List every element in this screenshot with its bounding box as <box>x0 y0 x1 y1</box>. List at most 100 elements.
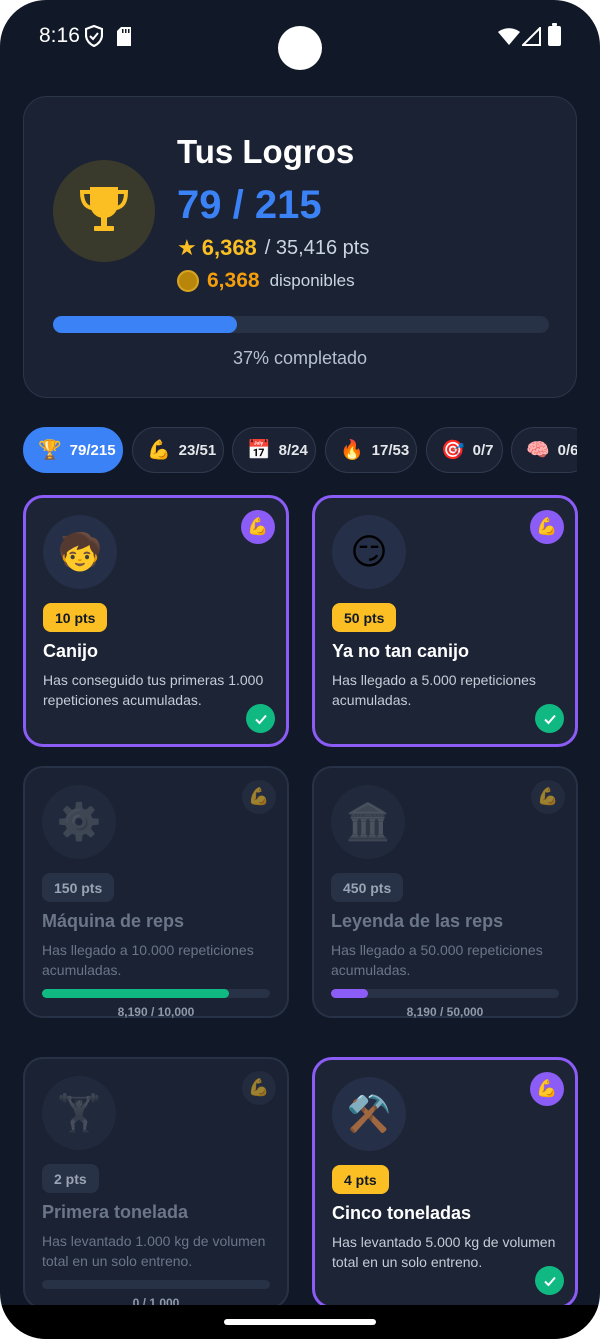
coins-row: 6,368 disponibles <box>177 269 355 293</box>
achievement-icon: 😏 <box>332 515 406 589</box>
app-screen: 8:16 Tus Logros 79 / 215 ★ 6,368 / 35,41… <box>0 0 600 1339</box>
coins-label: disponibles <box>269 271 355 290</box>
achievement-progress-label: 8,190 / 10,000 <box>117 1005 195 1019</box>
filter-chip[interactable]: 🧠 0/6 <box>511 427 577 473</box>
points-badge: 150 pts <box>42 873 115 902</box>
category-emoji: 💪 <box>248 1078 270 1097</box>
coins-value: 6,368 <box>207 269 260 292</box>
filter-chip-label: 23/51 <box>178 441 217 459</box>
overall-progress-label: 37% completado <box>232 348 368 368</box>
points-badge: 450 pts <box>331 873 404 902</box>
category-badge-icon: 💪 <box>530 1072 564 1106</box>
achievement-progress-label: 8,190 / 50,000 <box>406 1005 484 1019</box>
achievement-description: Has levantado 1.000 kg de volumen total … <box>42 1233 266 1269</box>
page-title: Tus Logros <box>177 133 355 170</box>
filter-chip[interactable]: 📅 8/24 <box>232 427 316 473</box>
achievement-emoji: 🧒 <box>57 531 103 572</box>
shield-icon <box>85 25 103 47</box>
achievement-progress-bar <box>331 989 559 998</box>
filter-chip-icon: 🧠 <box>526 440 550 461</box>
category-badge-icon: 💪 <box>530 510 564 544</box>
achievement-title: Primera tonelada <box>42 1202 189 1222</box>
filter-chip-icon: 📅 <box>247 440 271 461</box>
signal-icon <box>522 27 541 46</box>
points-badge: 4 pts <box>332 1165 389 1194</box>
filter-chip-icon: 💪 <box>147 440 171 461</box>
achievement-progress-bar <box>42 989 270 998</box>
achievement-progress-bar <box>42 1280 270 1289</box>
status-bar: 8:16 <box>0 0 600 74</box>
achievement-description: Has llegado a 50.000 repeticiones acumul… <box>331 942 543 978</box>
checkmark-icon <box>535 704 564 733</box>
achievement-description: Has llegado a 5.000 repeticiones acumula… <box>332 672 536 708</box>
filter-chip[interactable]: 💪 23/51 <box>132 427 224 473</box>
achievement-progress-fill <box>42 989 229 998</box>
checkmark-icon <box>246 704 275 733</box>
filter-chip-label: 0/7 <box>472 441 494 459</box>
battery-icon <box>548 23 561 46</box>
points-badge: 10 pts <box>43 603 108 632</box>
category-badge-icon: 💪 <box>241 510 275 544</box>
achievement-card[interactable]: 🏛️ 💪 450 pts Leyenda de las reps Has llegado… <box>312 766 578 1019</box>
category-badge-icon: 💪 <box>531 780 565 814</box>
achievement-description: Has llegado a 10.000 repeticiones acumul… <box>42 942 254 978</box>
achievement-title: Leyenda de las reps <box>331 911 504 931</box>
achievements-summary-card: Tus Logros 79 / 215 ★ 6,368 / 35,416 pts… <box>23 96 577 398</box>
achievement-icon: 🏋️ <box>42 1076 116 1150</box>
achievement-title: Cinco toneladas <box>332 1203 472 1223</box>
achievement-emoji: ⚙️ <box>56 801 102 842</box>
achievement-icon: 🏛️ <box>331 785 405 859</box>
coin-icon <box>177 270 199 292</box>
navigation-bar <box>0 1305 600 1339</box>
filter-chip-icon: 🎯 <box>441 440 465 461</box>
trophy-icon <box>53 160 155 262</box>
star-icon: ★ <box>177 235 197 260</box>
filter-chip[interactable]: 🎯 0/7 <box>426 427 503 473</box>
achievement-progress-fill <box>331 989 369 998</box>
points-earned: 6,368 <box>201 235 257 260</box>
category-emoji: 💪 <box>536 1079 558 1098</box>
achievement-icon: 🧒 <box>43 515 117 589</box>
filter-chip-label: 17/53 <box>371 441 410 459</box>
category-emoji: 💪 <box>247 517 269 536</box>
checkmark-icon <box>535 1266 564 1295</box>
camera-cutout <box>278 26 322 70</box>
category-badge-icon: 💪 <box>242 1071 276 1105</box>
category-emoji: 💪 <box>537 787 559 806</box>
category-filter-bar: 🏆 79/215 💪 23/51 📅 8/24 🔥 17/53 🎯 0/7 🧠 0/6 <box>23 427 577 473</box>
achievement-emoji: 😏 <box>350 531 388 572</box>
achievement-card[interactable]: ⚙️ 💪 150 pts Máquina de reps Has llegado a 1… <box>23 766 289 1019</box>
filter-chip-icon: 🏆 <box>38 440 62 461</box>
category-emoji: 💪 <box>536 517 558 536</box>
filter-chip[interactable]: 🏆 79/215 <box>23 427 123 473</box>
category-badge-icon: 💪 <box>242 780 276 814</box>
achievement-title: Ya no tan canijo <box>332 641 470 661</box>
wifi-icon <box>498 28 520 45</box>
achievement-title: Máquina de reps <box>42 911 185 931</box>
achievement-card[interactable]: 🏋️ 💪 2 pts Primera tonelada Has levantado 1.… <box>23 1057 289 1310</box>
points-badge: 2 pts <box>42 1164 99 1193</box>
achievement-icon: ⚒️ <box>332 1077 406 1151</box>
achievement-title: Canijo <box>43 641 99 661</box>
achievement-card[interactable]: ⚒️ 💪 4 pts Cinco toneladas Has levantado 5.0… <box>312 1057 578 1309</box>
points-total: / 35,416 pts <box>264 236 370 259</box>
overall-progress-bar <box>53 316 549 333</box>
filter-chip-label: 0/6 <box>557 441 577 459</box>
home-indicator[interactable] <box>224 1319 376 1325</box>
achievement-emoji: ⚒️ <box>346 1093 392 1134</box>
filter-chip-label: 8/24 <box>278 441 308 459</box>
achievement-emoji: 🏋️ <box>56 1092 102 1133</box>
points-badge: 50 pts <box>332 603 397 632</box>
achievement-icon: ⚙️ <box>42 785 116 859</box>
achievement-description: Has conseguido tus primeras 1.000 repeti… <box>43 672 264 708</box>
achievement-card[interactable]: 🧒 💪 10 pts Canijo Has conseguido tus primera… <box>23 495 289 747</box>
filter-chip[interactable]: 🔥 17/53 <box>325 427 417 473</box>
category-emoji: 💪 <box>248 787 270 806</box>
points-row: ★ 6,368 / 35,416 pts <box>177 235 369 261</box>
overall-progress-fill <box>53 316 237 333</box>
achievement-card[interactable]: 😏 💪 50 pts Ya no tan canijo Has llegado a 5.… <box>312 495 578 747</box>
filter-chip-label: 79/215 <box>69 441 116 459</box>
sd-card-icon <box>117 27 131 46</box>
achievement-description: Has levantado 5.000 kg de volumen total … <box>332 1234 556 1270</box>
status-time: 8:16 <box>39 24 80 47</box>
